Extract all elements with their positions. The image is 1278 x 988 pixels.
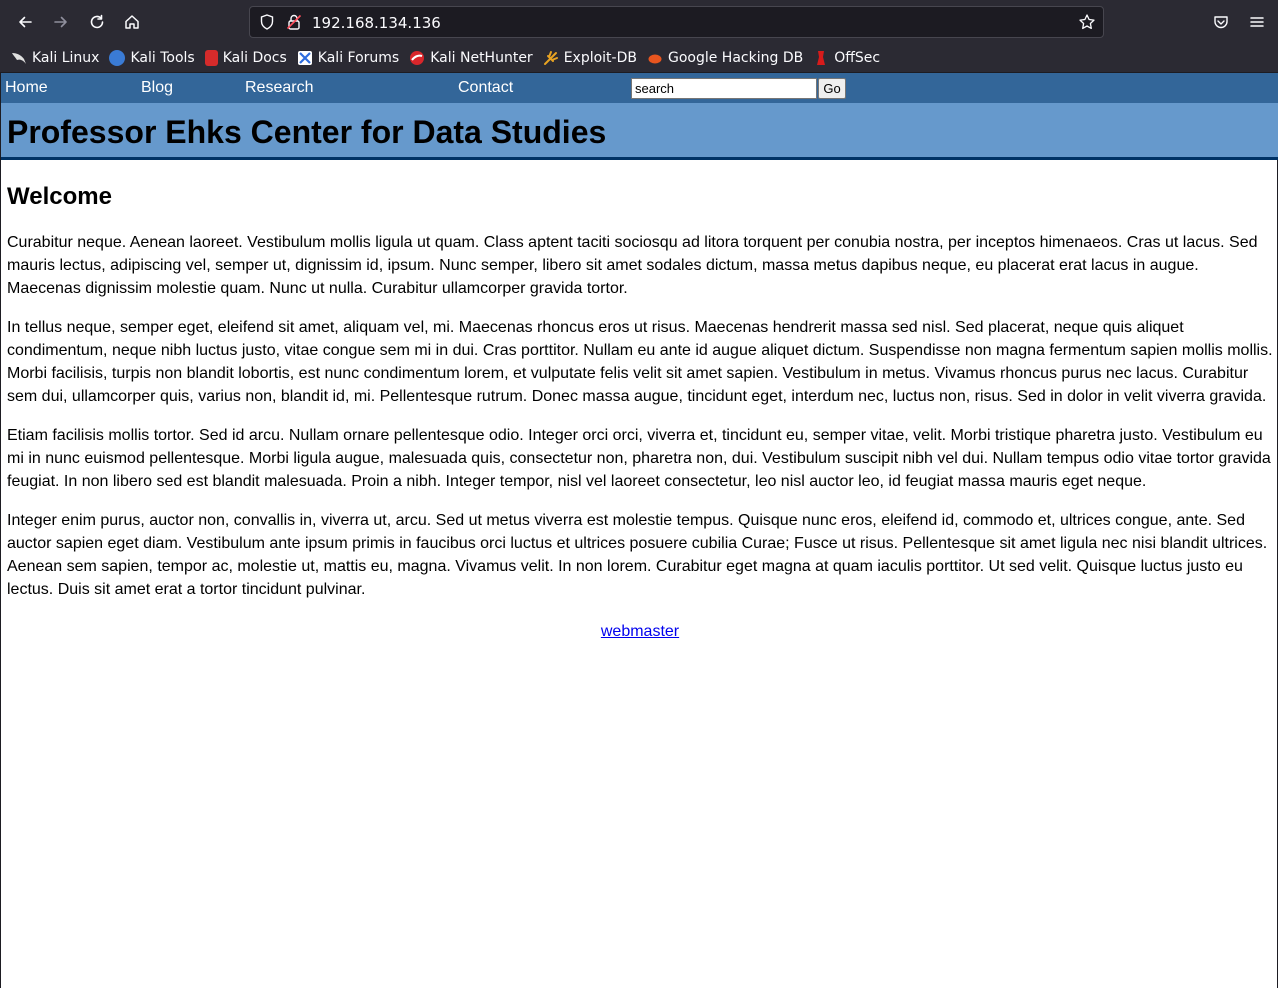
kali-forums-icon (297, 50, 313, 66)
paragraph: Integer enim purus, auctor non, convalli… (7, 512, 1268, 598)
address-bar[interactable]: 192.168.134.136 (249, 6, 1104, 38)
main-content: Welcome Curabitur neque. Aenean laoreet.… (7, 183, 1275, 617)
page-heading: Welcome (7, 183, 112, 210)
back-arrow-icon[interactable] (11, 8, 39, 36)
pocket-icon[interactable] (1207, 8, 1235, 36)
site-nav-bar: Home Blog Research Contact Go (1, 73, 1278, 103)
kali-docs-icon (204, 50, 218, 66)
webmaster-link[interactable]: webmaster (601, 623, 679, 640)
bookmark-kali-nethunter[interactable]: Kali NetHunter (409, 50, 533, 66)
nav-link-research[interactable]: Research (245, 79, 313, 97)
bookmark-kali-linux[interactable]: Kali Linux (11, 50, 99, 66)
site-banner: Professor Ehks Center for Data Studies (1, 103, 1278, 160)
bookmark-kali-docs[interactable]: Kali Docs (204, 50, 287, 66)
nethunter-icon (409, 50, 425, 66)
kali-tools-icon (109, 50, 126, 66)
exploit-db-icon (543, 50, 559, 66)
search-go-button[interactable]: Go (818, 78, 846, 99)
paragraph: Etiam facilisis mollis tortor. Sed id ar… (7, 427, 1271, 490)
paragraph: In tellus neque, semper eget, eleifend s… (7, 319, 1273, 405)
nav-link-blog[interactable]: Blog (141, 79, 173, 97)
bookmark-offsec[interactable]: OffSec (813, 50, 880, 66)
bookmark-exploit-db[interactable]: Exploit-DB (543, 50, 637, 66)
ghdb-icon (647, 50, 663, 66)
offsec-icon (813, 50, 829, 66)
search-input[interactable] (631, 78, 817, 99)
menu-icon[interactable] (1243, 8, 1271, 36)
bookmarks-bar: Kali Linux Kali Tools Kali Docs Kali For… (0, 44, 1278, 73)
url-text[interactable]: 192.168.134.136 (312, 14, 441, 32)
page-viewport: Home Blog Research Contact Go Professor … (0, 73, 1278, 988)
site-title: Professor Ehks Center for Data Studies (7, 114, 607, 150)
paragraph: Curabitur neque. Aenean laoreet. Vestibu… (7, 234, 1258, 297)
reload-icon[interactable] (83, 8, 111, 36)
bookmark-kali-forums[interactable]: Kali Forums (297, 50, 399, 66)
bookmark-kali-tools[interactable]: Kali Tools (109, 50, 195, 66)
nav-link-contact[interactable]: Contact (458, 79, 513, 97)
bookmark-google-hacking-db[interactable]: Google Hacking DB (647, 50, 803, 66)
kali-dragon-icon (11, 50, 27, 66)
shield-icon[interactable] (258, 13, 276, 31)
forward-arrow-icon[interactable] (47, 8, 75, 36)
footer: webmaster (1, 623, 1278, 641)
insecure-lock-icon[interactable] (285, 13, 303, 31)
home-icon[interactable] (118, 8, 146, 36)
bookmark-star-icon[interactable] (1078, 13, 1096, 31)
nav-link-home[interactable]: Home (5, 79, 48, 97)
browser-toolbar: 192.168.134.136 (0, 0, 1278, 44)
